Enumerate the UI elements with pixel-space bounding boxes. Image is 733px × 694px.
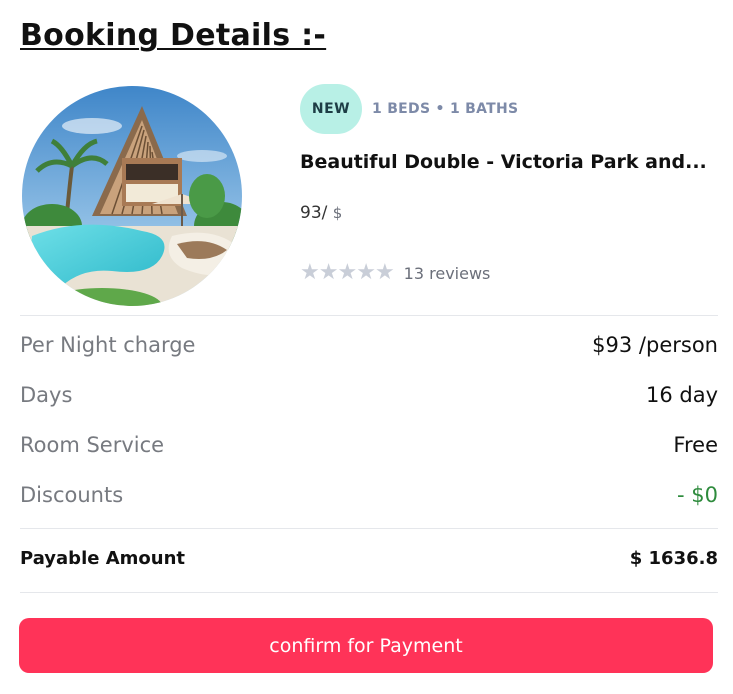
- star-icon: ★: [318, 260, 339, 285]
- charge-row-per-night: Per Night charge $93 /person: [20, 333, 718, 357]
- divider: [20, 528, 718, 529]
- room-title[interactable]: Beautiful Double - Victoria Park and...: [300, 151, 715, 173]
- room-meta: 1 BEDS • 1 BATHS: [372, 101, 519, 117]
- charge-label: Room Service: [20, 433, 165, 457]
- charge-row-room-service: Room Service Free: [20, 433, 718, 457]
- divider: [20, 315, 718, 316]
- room-price: 93/ $: [300, 203, 342, 223]
- charge-row-days: Days 16 day: [20, 383, 718, 407]
- rating-row: ★ ★ ★ ★ ★ 13 reviews: [300, 262, 490, 284]
- charge-label: Days: [20, 383, 73, 407]
- review-count[interactable]: 13 reviews: [404, 264, 491, 283]
- charge-row-discounts: Discounts - $0: [20, 483, 718, 507]
- price-currency: $: [332, 204, 343, 222]
- confirm-payment-button[interactable]: confirm for Payment: [19, 618, 713, 673]
- star-icon: ★: [300, 260, 320, 285]
- star-icon: ★: [337, 260, 358, 285]
- charge-value: Free: [673, 433, 718, 457]
- payable-amount-row: Payable Amount $ 1636.8: [20, 548, 718, 569]
- charge-value: 16 day: [645, 383, 718, 407]
- price-value: 93/: [300, 203, 328, 223]
- star-rating: ★ ★ ★ ★ ★: [300, 260, 395, 285]
- discount-value: - $0: [677, 483, 718, 507]
- divider: [20, 592, 718, 593]
- new-badge: NEW: [300, 84, 362, 134]
- star-icon: ★: [374, 260, 395, 285]
- payable-amount-label: Payable Amount: [20, 548, 185, 569]
- star-icon: ★: [356, 260, 376, 285]
- charge-label: Discounts: [20, 483, 124, 507]
- charge-value: $93 /person: [592, 333, 718, 357]
- charge-label: Per Night charge: [20, 333, 196, 357]
- room-badge-row: NEW 1 BEDS • 1 BATHS: [300, 84, 518, 134]
- booking-page: Booking Details :- NEW 1 BEDS • 1 BATHS …: [0, 0, 733, 694]
- room-photo: [22, 86, 242, 306]
- payable-amount-value: $ 1636.8: [629, 548, 718, 569]
- page-title: Booking Details :-: [20, 18, 327, 53]
